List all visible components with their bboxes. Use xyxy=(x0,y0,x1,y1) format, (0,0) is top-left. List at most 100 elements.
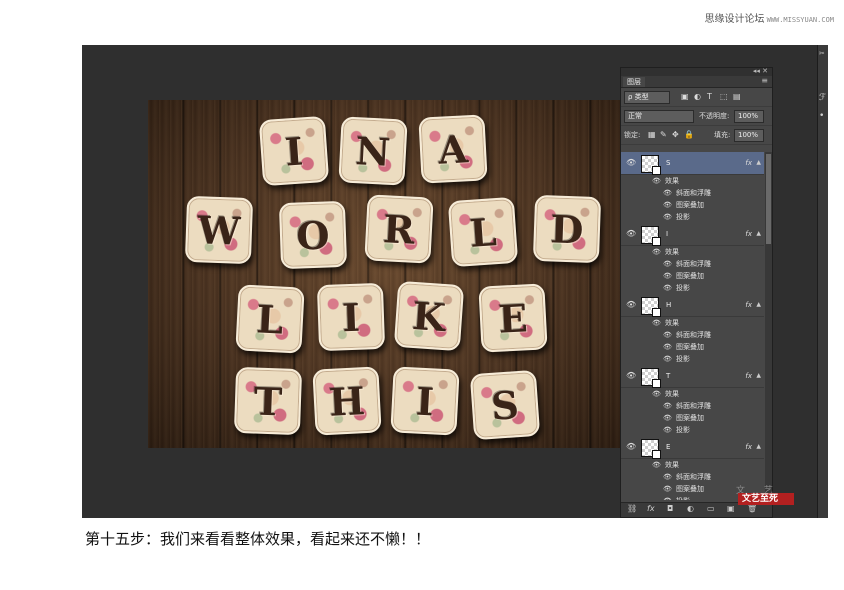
effects-row[interactable]: 👁 效果 xyxy=(621,175,764,187)
eye-icon[interactable]: 👁 xyxy=(663,260,672,268)
paragraph-icon[interactable]: ℱ xyxy=(819,93,826,103)
effect-item[interactable]: 👁 投影 xyxy=(621,424,764,436)
expand-carat-icon[interactable]: ▲ xyxy=(756,294,761,316)
layer-thumbnail xyxy=(641,439,661,459)
eye-icon[interactable]: 👁 xyxy=(652,319,661,327)
effect-item[interactable]: 👁 图案叠加 xyxy=(621,412,764,424)
effect-item[interactable]: 👁 投影 xyxy=(621,282,764,294)
layer-row[interactable]: 👁 Hfx ▲ xyxy=(621,294,764,317)
fx-icon[interactable]: fx xyxy=(745,436,752,458)
panel-topbar: ◂◂ ✕ xyxy=(621,67,772,76)
eye-icon[interactable]: 👁 xyxy=(663,414,672,422)
filter-kind-select[interactable]: ρ 类型 xyxy=(624,91,670,104)
effect-item[interactable]: 👁 图案叠加 xyxy=(621,270,764,282)
new-group-icon[interactable]: ▭ xyxy=(707,504,715,513)
expand-carat-icon[interactable]: ▲ xyxy=(756,365,761,387)
layer-row[interactable]: 👁 Efx ▲ xyxy=(621,436,764,459)
expand-carat-icon[interactable]: ▲ xyxy=(756,152,761,174)
adjustment-layer-icon[interactable]: ◐ xyxy=(687,504,694,513)
opacity-label: 不透明度: xyxy=(699,112,730,120)
link-layers-icon[interactable]: ⛓ xyxy=(627,504,637,513)
fx-icon[interactable]: fx xyxy=(745,152,752,174)
eye-icon[interactable]: 👁 xyxy=(626,158,636,167)
effect-item[interactable]: 👁 图案叠加 xyxy=(621,341,764,353)
effects-row[interactable]: 👁 效果 xyxy=(621,459,764,471)
effects-row[interactable]: 👁 效果 xyxy=(621,317,764,329)
eye-icon[interactable]: 👁 xyxy=(652,177,661,185)
effect-name: 斜面和浮雕 xyxy=(676,402,711,410)
panel-menu-icon[interactable]: ≡ xyxy=(761,76,768,85)
filter-type-icon[interactable]: T xyxy=(707,88,712,106)
layer-row[interactable]: 👁 Tfx ▲ xyxy=(621,365,764,388)
document-canvas[interactable]: INAWORLDLIKETHIS xyxy=(148,100,620,448)
eye-icon[interactable]: 👁 xyxy=(663,343,672,351)
eye-icon[interactable]: 👁 xyxy=(663,426,672,434)
letter-tile: L xyxy=(235,284,305,354)
layers-scrollbar[interactable] xyxy=(765,152,772,500)
effect-item[interactable]: 👁 投影 xyxy=(621,211,764,223)
expand-carat-icon[interactable]: ▲ xyxy=(756,436,761,458)
eye-icon[interactable]: 👁 xyxy=(626,229,636,238)
eye-icon[interactable]: 👁 xyxy=(663,485,672,493)
fill-input[interactable]: 100% xyxy=(734,129,764,142)
site-header: 思缘设计论坛 WWW.MISSYUAN.COM xyxy=(705,10,834,25)
scissors-icon[interactable]: ✂ xyxy=(819,49,824,59)
lock-all-icon[interactable]: 🔒 xyxy=(684,126,694,144)
eye-icon[interactable]: 👁 xyxy=(663,189,672,197)
forum-name: 思缘设计论坛 xyxy=(704,14,765,25)
effect-item[interactable]: 👁 斜面和浮雕 xyxy=(621,187,764,199)
add-style-icon[interactable]: fx xyxy=(647,504,655,513)
eye-icon[interactable]: 👁 xyxy=(626,442,636,451)
filter-adjust-icon[interactable]: ◐ xyxy=(694,88,701,106)
lock-move-icon[interactable]: ✥ xyxy=(672,126,679,144)
trash-icon[interactable]: 🗑 xyxy=(747,504,757,513)
layer-row[interactable]: 👁 Sfx ▲ xyxy=(621,152,764,175)
eye-icon[interactable]: 👁 xyxy=(663,402,672,410)
effects-row[interactable]: 👁 效果 xyxy=(621,388,764,400)
eye-icon[interactable]: 👁 xyxy=(652,248,661,256)
tab-layers[interactable]: 图层 xyxy=(623,77,645,87)
effect-item[interactable]: 👁 斜面和浮雕 xyxy=(621,258,764,270)
add-mask-icon[interactable]: ◘ xyxy=(667,504,673,513)
opacity-input[interactable]: 100% xyxy=(734,110,764,123)
eye-icon[interactable]: 👁 xyxy=(663,497,672,500)
eye-icon[interactable]: 👁 xyxy=(626,300,636,309)
tile-letter: D xyxy=(549,205,585,253)
lock-brush-icon[interactable]: ✎ xyxy=(660,126,667,144)
fx-icon[interactable]: fx xyxy=(745,365,752,387)
eye-icon[interactable]: 👁 xyxy=(663,213,672,221)
new-layer-icon[interactable]: ▣ xyxy=(727,504,735,513)
eye-icon[interactable]: 👁 xyxy=(663,473,672,481)
bullet-icon[interactable]: • xyxy=(819,111,824,121)
effect-item[interactable]: 👁 斜面和浮雕 xyxy=(621,400,764,412)
eye-icon[interactable]: 👁 xyxy=(652,390,661,398)
layer-row[interactable]: 👁 Ifx ▲ xyxy=(621,223,764,246)
eye-icon[interactable]: 👁 xyxy=(663,284,672,292)
tile-letter: S xyxy=(489,381,521,429)
lock-transparent-icon[interactable]: ▦ xyxy=(648,126,656,144)
eye-icon[interactable]: 👁 xyxy=(663,355,672,363)
effect-item[interactable]: 👁 图案叠加 xyxy=(621,199,764,211)
filter-pixel-icon[interactable]: ▣ xyxy=(681,88,689,106)
step-caption: 第十五步：我们来看看整体效果，看起来还不懒！！ xyxy=(85,530,431,548)
filter-shape-icon[interactable]: ⬚ xyxy=(720,88,728,106)
filter-smart-icon[interactable]: ▤ xyxy=(733,88,741,106)
collapse-close-icon[interactable]: ◂◂ ✕ xyxy=(753,67,768,75)
fx-icon[interactable]: fx xyxy=(745,223,752,245)
scrollbar-thumb[interactable] xyxy=(766,154,771,244)
effect-item[interactable]: 👁 斜面和浮雕 xyxy=(621,471,764,483)
expand-carat-icon[interactable]: ▲ xyxy=(756,223,761,245)
letter-tile: W xyxy=(184,195,254,265)
eye-icon[interactable]: 👁 xyxy=(663,272,672,280)
effects-row[interactable]: 👁 效果 xyxy=(621,246,764,258)
effect-item[interactable]: 👁 投影 xyxy=(621,353,764,365)
effect-item[interactable]: 👁 斜面和浮雕 xyxy=(621,329,764,341)
letter-tile: D xyxy=(532,194,602,264)
eye-icon[interactable]: 👁 xyxy=(652,461,661,469)
fx-icon[interactable]: fx xyxy=(745,294,752,316)
eye-icon[interactable]: 👁 xyxy=(663,201,672,209)
eye-icon[interactable]: 👁 xyxy=(663,331,672,339)
photoshop-workspace: INAWORLDLIKETHIS ✂ ℱ • ◂◂ ✕ 图层 ≡ ρ 类型 ▣ … xyxy=(82,45,828,518)
eye-icon[interactable]: 👁 xyxy=(626,371,636,380)
blend-mode-select[interactable]: 正常 xyxy=(624,110,694,123)
